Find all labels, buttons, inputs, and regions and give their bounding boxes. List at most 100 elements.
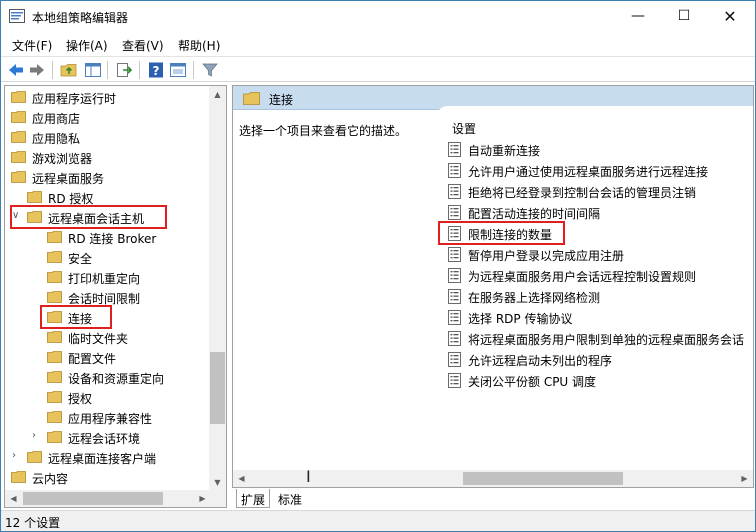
toolbar: ? bbox=[1, 56, 755, 82]
chevron-right-icon[interactable]: › bbox=[12, 450, 16, 461]
filter-icon[interactable] bbox=[201, 61, 219, 79]
window-title: 本地组策略编辑器 bbox=[32, 11, 129, 25]
folder-icon bbox=[11, 91, 26, 103]
setting-label: 允许用户通过使用远程桌面服务进行远程连接 bbox=[468, 165, 709, 179]
folder-icon bbox=[47, 331, 62, 343]
folder-icon bbox=[47, 351, 62, 363]
setting-label: 选择 RDP 传输协议 bbox=[468, 312, 573, 326]
policy-setting-icon bbox=[448, 289, 461, 304]
tree-pane[interactable]: 应用程序运行时 应用商店 应用隐私 游戏浏览器 远程桌面服务 RD 授权 ∨ 远程桌面会话主机… bbox=[4, 85, 227, 508]
tree-item-label: 临时文件夹 bbox=[68, 332, 129, 346]
tree-item-label: 云内容 bbox=[32, 472, 69, 486]
tab-extended[interactable]: 扩展 bbox=[236, 489, 271, 508]
policy-setting-icon bbox=[448, 163, 461, 178]
folder-icon bbox=[11, 171, 26, 183]
highlight-box bbox=[438, 221, 565, 245]
show-hide-tree-icon[interactable] bbox=[84, 61, 102, 79]
folder-icon bbox=[47, 231, 62, 243]
setting-label: 配置活动连接的时间间隔 bbox=[468, 207, 601, 221]
scroll-down-icon[interactable]: ▼ bbox=[209, 474, 226, 491]
properties-pane-icon[interactable] bbox=[169, 61, 187, 79]
tree-item-label: 远程桌面服务 bbox=[32, 172, 105, 186]
tab-standard[interactable]: 标准 bbox=[274, 489, 306, 508]
tree-item-label: 配置文件 bbox=[68, 352, 117, 366]
folder-icon bbox=[47, 251, 62, 263]
folder-icon bbox=[47, 431, 62, 443]
tree-horizontal-scrollbar[interactable]: ◀ ▶ bbox=[5, 490, 211, 507]
export-list-icon[interactable] bbox=[115, 61, 133, 79]
scroll-corner bbox=[209, 490, 226, 507]
policy-setting-icon bbox=[448, 142, 461, 157]
policy-setting-icon bbox=[448, 352, 461, 367]
scroll-up-icon[interactable]: ▲ bbox=[209, 86, 226, 103]
help-icon[interactable]: ? bbox=[147, 61, 165, 79]
minimize-button[interactable]: — bbox=[615, 1, 661, 32]
folder-icon bbox=[243, 92, 260, 105]
folder-icon bbox=[11, 131, 26, 143]
tree-item-label: 应用商店 bbox=[32, 112, 81, 126]
tree-item-label: 安全 bbox=[68, 252, 93, 266]
folder-icon bbox=[27, 451, 42, 463]
text-cursor-icon: Ι bbox=[306, 467, 311, 486]
setting-label: 关闭公平份额 CPU 调度 bbox=[468, 375, 597, 389]
scroll-left-icon[interactable]: ◀ bbox=[233, 470, 250, 487]
description-text: 选择一个项目来查看它的描述。 bbox=[239, 124, 408, 138]
setting-label: 为远程桌面服务用户会话远程控制设置规则 bbox=[468, 270, 697, 284]
gpedit-window: 本地组策略编辑器 — ☐ ✕ 文件(F) 操作(A) 查看(V) 帮助(H) ?… bbox=[0, 0, 756, 532]
menu-action[interactable]: 操作(A) bbox=[66, 37, 108, 54]
view-tabs: 扩展 标准 bbox=[232, 489, 754, 509]
scroll-thumb[interactable] bbox=[210, 352, 225, 424]
tree-item-label: RD 连接 Broker bbox=[68, 232, 157, 246]
tree-item-label: 设备和资源重定向 bbox=[68, 372, 165, 386]
folder-icon bbox=[47, 291, 62, 303]
title-bar: 本地组策略编辑器 — ☐ ✕ bbox=[1, 1, 755, 32]
details-pane: 连接 选择一个项目来查看它的描述。 设置 自动重新连接允许用户通过使用远程桌面服… bbox=[232, 85, 754, 488]
close-button[interactable]: ✕ bbox=[707, 1, 753, 32]
folder-icon bbox=[27, 191, 42, 203]
policy-setting-icon bbox=[448, 373, 461, 388]
menu-help[interactable]: 帮助(H) bbox=[178, 37, 220, 54]
tree-item-label: 游戏浏览器 bbox=[32, 152, 93, 166]
up-folder-icon[interactable] bbox=[60, 61, 78, 79]
setting-label: 允许远程启动未列出的程序 bbox=[468, 354, 613, 368]
policy-setting-icon bbox=[448, 205, 461, 220]
scroll-thumb[interactable] bbox=[463, 472, 623, 485]
tree-item-label: 授权 bbox=[68, 392, 93, 406]
toolbar-separator bbox=[52, 61, 53, 79]
folder-icon bbox=[47, 271, 62, 283]
tree-item-label: 应用程序兼容性 bbox=[68, 412, 153, 426]
menu-bar: 文件(F) 操作(A) 查看(V) 帮助(H) bbox=[1, 34, 755, 55]
highlight-box bbox=[40, 305, 112, 329]
setting-label: 暂停用户登录以完成应用注册 bbox=[468, 249, 625, 263]
tree-item-label: 远程桌面连接客户端 bbox=[48, 452, 157, 466]
setting-label: 自动重新连接 bbox=[468, 144, 541, 158]
toolbar-separator bbox=[193, 61, 194, 79]
folder-icon bbox=[47, 411, 62, 423]
menu-file[interactable]: 文件(F) bbox=[12, 37, 52, 54]
scroll-thumb[interactable] bbox=[23, 492, 163, 505]
menu-view[interactable]: 查看(V) bbox=[122, 37, 164, 54]
tree-item-label: 应用程序运行时 bbox=[32, 92, 117, 106]
tree-vertical-scrollbar[interactable]: ▲ ▼ bbox=[209, 86, 226, 491]
status-bar: 12 个设置 bbox=[1, 510, 755, 531]
details-header-title: 连接 bbox=[269, 93, 294, 107]
policy-setting-icon bbox=[448, 268, 461, 283]
back-arrow-icon[interactable] bbox=[7, 61, 25, 79]
maximize-button[interactable]: ☐ bbox=[661, 1, 707, 32]
chevron-right-icon[interactable]: › bbox=[32, 430, 36, 441]
scroll-right-icon[interactable]: ▶ bbox=[736, 470, 753, 487]
policy-setting-icon bbox=[448, 247, 461, 262]
settings-column-header[interactable]: 设置 bbox=[452, 120, 476, 137]
tree-item-label: 远程会话环境 bbox=[68, 432, 141, 446]
folder-icon bbox=[11, 111, 26, 123]
toolbar-separator bbox=[139, 61, 140, 79]
policy-setting-icon bbox=[448, 184, 461, 199]
details-horizontal-scrollbar[interactable]: ◀ ▶ bbox=[233, 470, 753, 487]
setting-label: 将远程桌面服务用户限制到单独的远程桌面服务会话 bbox=[468, 333, 745, 347]
scroll-left-icon[interactable]: ◀ bbox=[5, 490, 22, 507]
settings-list-panel: 设置 自动重新连接 允许用户通过使用远程桌面服务进行远程连接 拒绝将已经登录到控制台… bbox=[436, 106, 753, 471]
forward-arrow-icon[interactable] bbox=[28, 61, 46, 79]
folder-icon bbox=[47, 391, 62, 403]
status-text: 12 个设置 bbox=[5, 516, 61, 530]
tree-item-label: 打印机重定向 bbox=[68, 272, 141, 286]
